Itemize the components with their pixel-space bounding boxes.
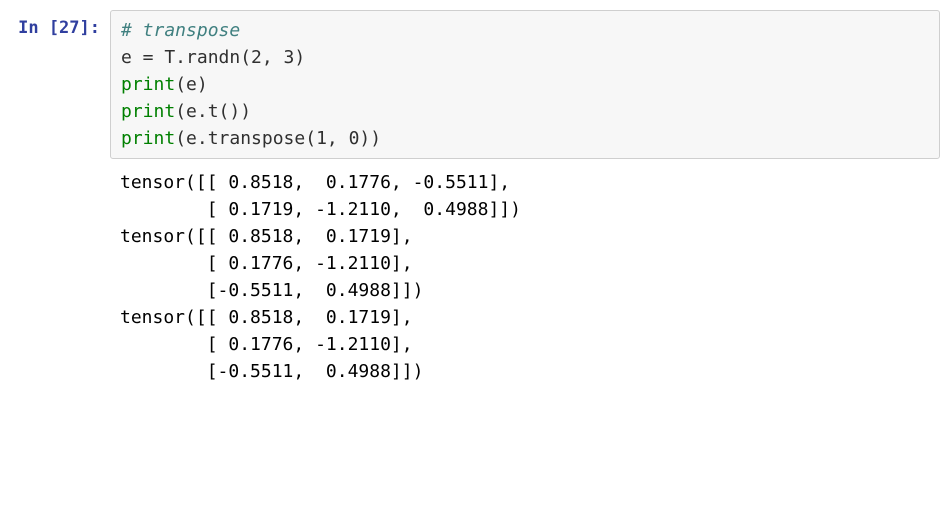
code-input[interactable]: # transpose e = T.randn(2, 3) print(e) p…	[110, 10, 940, 159]
input-prompt: In [27]:	[10, 10, 110, 42]
code-builtin: print	[121, 74, 175, 95]
code-text: (e)	[175, 74, 208, 95]
prompt-number: [27]:	[49, 18, 100, 38]
code-text: (e.t())	[175, 101, 251, 122]
input-cell: In [27]: # transpose e = T.randn(2, 3) p…	[10, 10, 940, 159]
code-output: tensor([[ 0.8518, 0.1776, -0.5511], [ 0.…	[110, 163, 940, 391]
output-prompt-spacer	[10, 163, 110, 169]
code-comment: # transpose	[121, 20, 240, 41]
code-builtin: print	[121, 128, 175, 149]
output-cell: tensor([[ 0.8518, 0.1776, -0.5511], [ 0.…	[10, 163, 940, 391]
prompt-label: In	[18, 18, 49, 38]
code-builtin: print	[121, 101, 175, 122]
code-text: (e.transpose(1, 0))	[175, 128, 381, 149]
code-line: e = T.randn(2, 3)	[121, 47, 305, 68]
